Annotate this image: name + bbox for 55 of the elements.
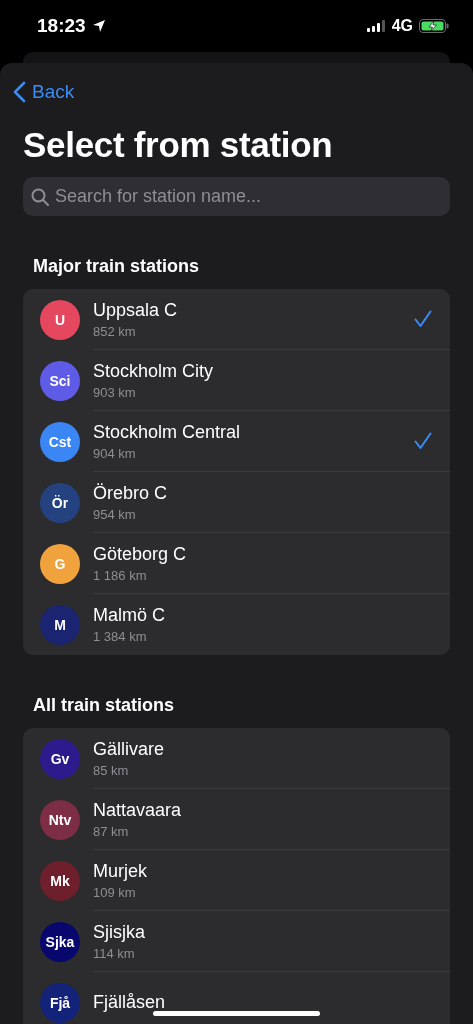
- station-row[interactable]: Cst Stockholm Central 904 km: [23, 411, 450, 472]
- station-avatar: G: [40, 543, 80, 584]
- station-row[interactable]: U Uppsala C 852 km: [23, 289, 450, 350]
- station-row[interactable]: Fjå Fjällåsen: [23, 972, 450, 1024]
- station-row[interactable]: M Malmö C 1 384 km: [23, 594, 450, 655]
- station-row[interactable]: Ör Örebro C 954 km: [23, 472, 450, 533]
- station-name: Nattavaara: [93, 799, 183, 821]
- station-distance: 903 km: [93, 384, 137, 400]
- network-type: 4G: [391, 17, 413, 35]
- station-name: Örebro C: [93, 482, 169, 504]
- station-distance: 904 km: [93, 445, 137, 461]
- station-name: Stockholm Central: [93, 421, 242, 443]
- station-distance: 1 186 km: [93, 567, 148, 583]
- station-distance: 109 km: [93, 884, 137, 900]
- page-title: Select from station: [23, 125, 334, 165]
- station-distance: 114 km: [93, 945, 136, 961]
- station-name: Sjisjka: [93, 921, 146, 943]
- chevron-left-icon: [13, 81, 26, 103]
- station-avatar: Ntv: [40, 799, 80, 840]
- station-avatar: Sjka: [40, 921, 80, 962]
- search-icon: [31, 188, 49, 206]
- section-header: All train stations: [33, 695, 176, 716]
- location-arrow-icon: [91, 19, 106, 33]
- station-avatar: M: [40, 604, 80, 645]
- station-avatar: Sci: [40, 360, 80, 401]
- station-distance: 85 km: [93, 762, 130, 778]
- station-avatar: Ör: [40, 482, 80, 523]
- station-distance: 1 384 km: [93, 629, 148, 644]
- station-row[interactable]: Sci Stockholm City 903 km: [23, 350, 450, 411]
- station-avatar: Cst: [40, 421, 80, 462]
- station-name: Stockholm City: [93, 360, 215, 382]
- station-row[interactable]: Mk Murjek 109 km: [23, 850, 450, 911]
- station-name: Malmö C: [93, 605, 166, 626]
- back-button[interactable]: Back: [13, 81, 75, 103]
- station-distance: 954 km: [93, 506, 137, 522]
- station-avatar: Mk: [40, 860, 80, 901]
- station-avatar: Fjå: [40, 982, 80, 1023]
- station-row[interactable]: Ntv Nattavaara 87 km: [23, 789, 450, 850]
- status-time: 18:23: [37, 15, 86, 37]
- station-name: Fjällåsen: [93, 992, 167, 1013]
- station-distance: 87 km: [93, 823, 130, 839]
- station-name: Gällivare: [93, 738, 166, 760]
- battery-charging-icon: [419, 19, 449, 33]
- station-row[interactable]: Gv Gällivare 85 km: [23, 728, 450, 789]
- station-row[interactable]: Sjka Sjisjka 114 km: [23, 911, 450, 972]
- station-avatar: Gv: [40, 738, 80, 779]
- station-name: Göteborg C: [93, 543, 188, 565]
- station-name: Murjek: [93, 860, 148, 882]
- section-header: Major train stations: [33, 256, 201, 277]
- signal-icon: [366, 20, 386, 32]
- station-name: Uppsala C: [93, 299, 179, 321]
- search-field[interactable]: Search for station name...: [23, 177, 450, 216]
- station-avatar: U: [40, 299, 80, 340]
- station-distance: 852 km: [93, 323, 137, 339]
- station-row[interactable]: G Göteborg C 1 186 km: [23, 533, 450, 594]
